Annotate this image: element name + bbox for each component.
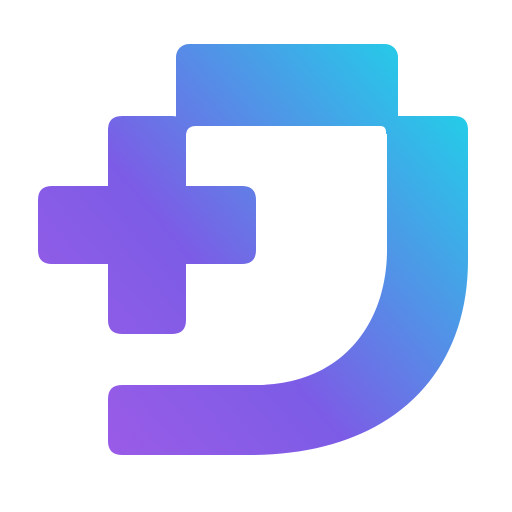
logo-top-tab-shape — [176, 44, 398, 134]
medical-cross-d-letter-logo-icon — [38, 44, 468, 455]
logo-canvas — [0, 0, 512, 512]
